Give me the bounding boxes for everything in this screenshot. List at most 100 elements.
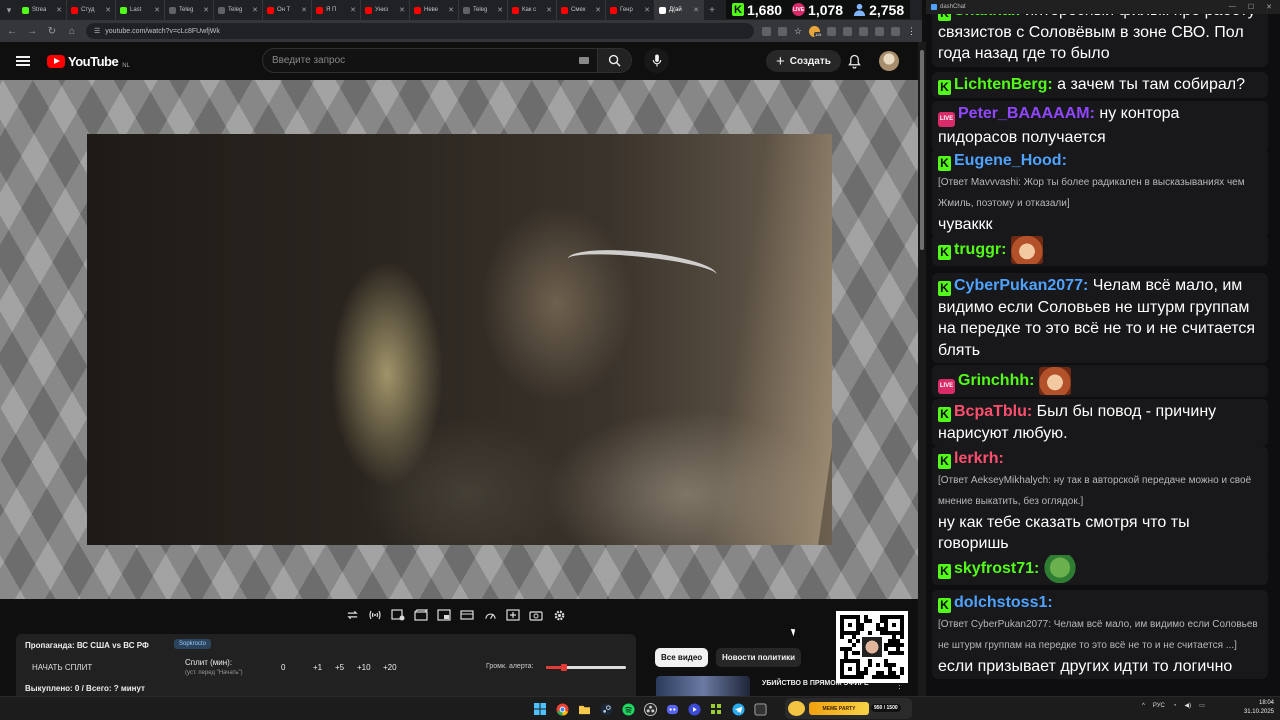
- browser-tab[interactable]: Strea ✕: [18, 0, 67, 20]
- search-button[interactable]: [597, 49, 631, 72]
- browser-tab[interactable]: Неве ✕: [410, 0, 459, 20]
- search-input[interactable]: [272, 55, 579, 66]
- picture-settings-icon[interactable]: [390, 608, 406, 622]
- browser-tab[interactable]: Last ✕: [116, 0, 165, 20]
- chat-username[interactable]: skyfrost71: [954, 560, 1034, 577]
- chip-politics-news[interactable]: Новости политики: [716, 648, 802, 667]
- browser-tab[interactable]: Униз ✕: [361, 0, 410, 20]
- forward-icon[interactable]: →: [26, 26, 38, 37]
- browser-tab[interactable]: Смех ✕: [557, 0, 606, 20]
- tab-close-icon[interactable]: ✕: [497, 6, 503, 14]
- video-player[interactable]: [0, 80, 918, 599]
- tab-close-icon[interactable]: ✕: [546, 6, 552, 14]
- chat-username[interactable]: truggr: [954, 241, 1001, 258]
- telegram-icon[interactable]: [730, 701, 746, 717]
- site-info-icon[interactable]: ☰: [94, 27, 100, 35]
- profile-icon[interactable]: [891, 26, 900, 36]
- add-20-button[interactable]: +20: [383, 663, 397, 672]
- chat-username[interactable]: Eugene_Hood: [954, 152, 1062, 169]
- notifications-button[interactable]: [846, 52, 862, 70]
- chip-all-videos[interactable]: Все видео: [655, 648, 709, 667]
- cinema-mode-icon[interactable]: [459, 608, 475, 622]
- picture-in-picture-icon[interactable]: [436, 608, 452, 622]
- spotify-icon[interactable]: [620, 701, 636, 717]
- close-icon[interactable]: ✕: [1266, 3, 1272, 11]
- explorer-folder-icon[interactable]: [576, 701, 592, 717]
- account-avatar[interactable]: [879, 51, 899, 71]
- alert-volume-thumb[interactable]: [560, 664, 567, 671]
- tab-close-icon[interactable]: ✕: [203, 6, 209, 14]
- youtube-logo[interactable]: YouTube NL: [47, 54, 130, 69]
- add-to-queue-icon[interactable]: [505, 608, 521, 622]
- screenshot-camera-icon[interactable]: [528, 608, 544, 622]
- chat-username[interactable]: Grinchhh: [958, 372, 1029, 389]
- sidebar-icon[interactable]: [843, 26, 852, 36]
- gear-icon[interactable]: [551, 608, 567, 622]
- battery-icon[interactable]: ▭: [1199, 702, 1205, 709]
- home-icon[interactable]: ⌂: [66, 26, 78, 37]
- add-1-button[interactable]: +1: [313, 663, 322, 672]
- reload-icon[interactable]: ↻: [46, 26, 58, 37]
- tab-close-icon[interactable]: ✕: [448, 6, 454, 14]
- chat-username[interactable]: lerkrh: [954, 450, 998, 467]
- chrome-icon[interactable]: [554, 701, 570, 717]
- tab-close-icon[interactable]: ✕: [693, 6, 699, 14]
- tab-close-icon[interactable]: ✕: [644, 6, 650, 14]
- wifi-icon[interactable]: ◔: [1173, 703, 1177, 709]
- language-indicator[interactable]: РУС: [1153, 703, 1165, 709]
- steam-icon[interactable]: [598, 701, 614, 717]
- add-10-button[interactable]: +10: [357, 663, 371, 672]
- page-scrollbar-thumb[interactable]: [920, 50, 924, 250]
- alert-volume-slider[interactable]: [546, 664, 626, 671]
- tab-close-icon[interactable]: ✕: [154, 6, 160, 14]
- browser-tab[interactable]: Генр ✕: [606, 0, 655, 20]
- maximize-icon[interactable]: ☐: [1248, 3, 1254, 11]
- chat-username[interactable]: Shakhai: [954, 14, 1015, 19]
- extensions-puzzle-icon[interactable]: [827, 26, 836, 36]
- chat-username[interactable]: BcpaTblu: [954, 403, 1027, 420]
- browser-tab[interactable]: Я П ✕: [312, 0, 361, 20]
- loop-icon[interactable]: [344, 608, 360, 622]
- browser-tab[interactable]: Teleg ✕: [214, 0, 263, 20]
- tab-search-icon[interactable]: ▾: [0, 0, 18, 20]
- app-grid-icon[interactable]: [708, 701, 724, 717]
- url-field[interactable]: ☰ youtube.com/watch?v=cLc8FUwfjWk: [86, 23, 754, 39]
- extension-avatar-icon[interactable]: 115: [809, 25, 823, 37]
- split-minutes-value[interactable]: 0: [281, 663, 285, 672]
- voice-search-button[interactable]: [644, 48, 669, 73]
- browser-menu-icon[interactable]: ⋮: [907, 26, 916, 37]
- chat-username[interactable]: CyberPukan2077: [954, 277, 1083, 294]
- tab-close-icon[interactable]: ✕: [399, 6, 405, 14]
- chat-app-taskbar-icon[interactable]: [752, 701, 768, 717]
- cast-icon[interactable]: [761, 26, 771, 36]
- browser-tab[interactable]: Как с ✕: [508, 0, 557, 20]
- meme-party-widget[interactable]: MEME PARTY 950 / 1500: [785, 698, 912, 719]
- tab-close-icon[interactable]: ✕: [252, 6, 258, 14]
- minimize-icon[interactable]: —: [1229, 3, 1236, 11]
- chat-username[interactable]: Peter_BAAAAAM: [958, 105, 1090, 122]
- obs-icon[interactable]: [642, 701, 658, 717]
- tray-chevron-icon[interactable]: ^: [1142, 703, 1145, 709]
- split-view-icon[interactable]: [875, 26, 884, 36]
- taskbar-clock[interactable]: 18:04 31.10.2025: [1240, 699, 1274, 717]
- volume-icon[interactable]: ◀): [1184, 702, 1191, 709]
- new-tab-button[interactable]: +: [704, 5, 720, 16]
- discord-icon[interactable]: [664, 701, 680, 717]
- page-scrollbar[interactable]: [918, 42, 926, 696]
- add-5-button[interactable]: +5: [335, 663, 344, 672]
- media-player-icon[interactable]: [686, 701, 702, 717]
- bookmark-star-icon[interactable]: ☆: [794, 26, 802, 37]
- browser-tab[interactable]: Teleg ✕: [459, 0, 508, 20]
- chat-username[interactable]: dolchstoss1: [954, 594, 1047, 611]
- zoom-icon[interactable]: [777, 26, 787, 36]
- speed-gauge-icon[interactable]: [482, 608, 498, 622]
- windows-start-icon[interactable]: [532, 701, 548, 717]
- video-frame[interactable]: [87, 134, 832, 545]
- back-icon[interactable]: ←: [6, 26, 18, 37]
- browser-tab[interactable]: Студ ✕: [67, 0, 116, 20]
- tab-close-icon[interactable]: ✕: [56, 6, 62, 14]
- guide-menu-icon[interactable]: [16, 56, 30, 66]
- tab-close-icon[interactable]: ✕: [595, 6, 601, 14]
- create-button[interactable]: + Создать: [766, 50, 841, 72]
- browser-tab[interactable]: Д(ай ✕: [655, 0, 704, 20]
